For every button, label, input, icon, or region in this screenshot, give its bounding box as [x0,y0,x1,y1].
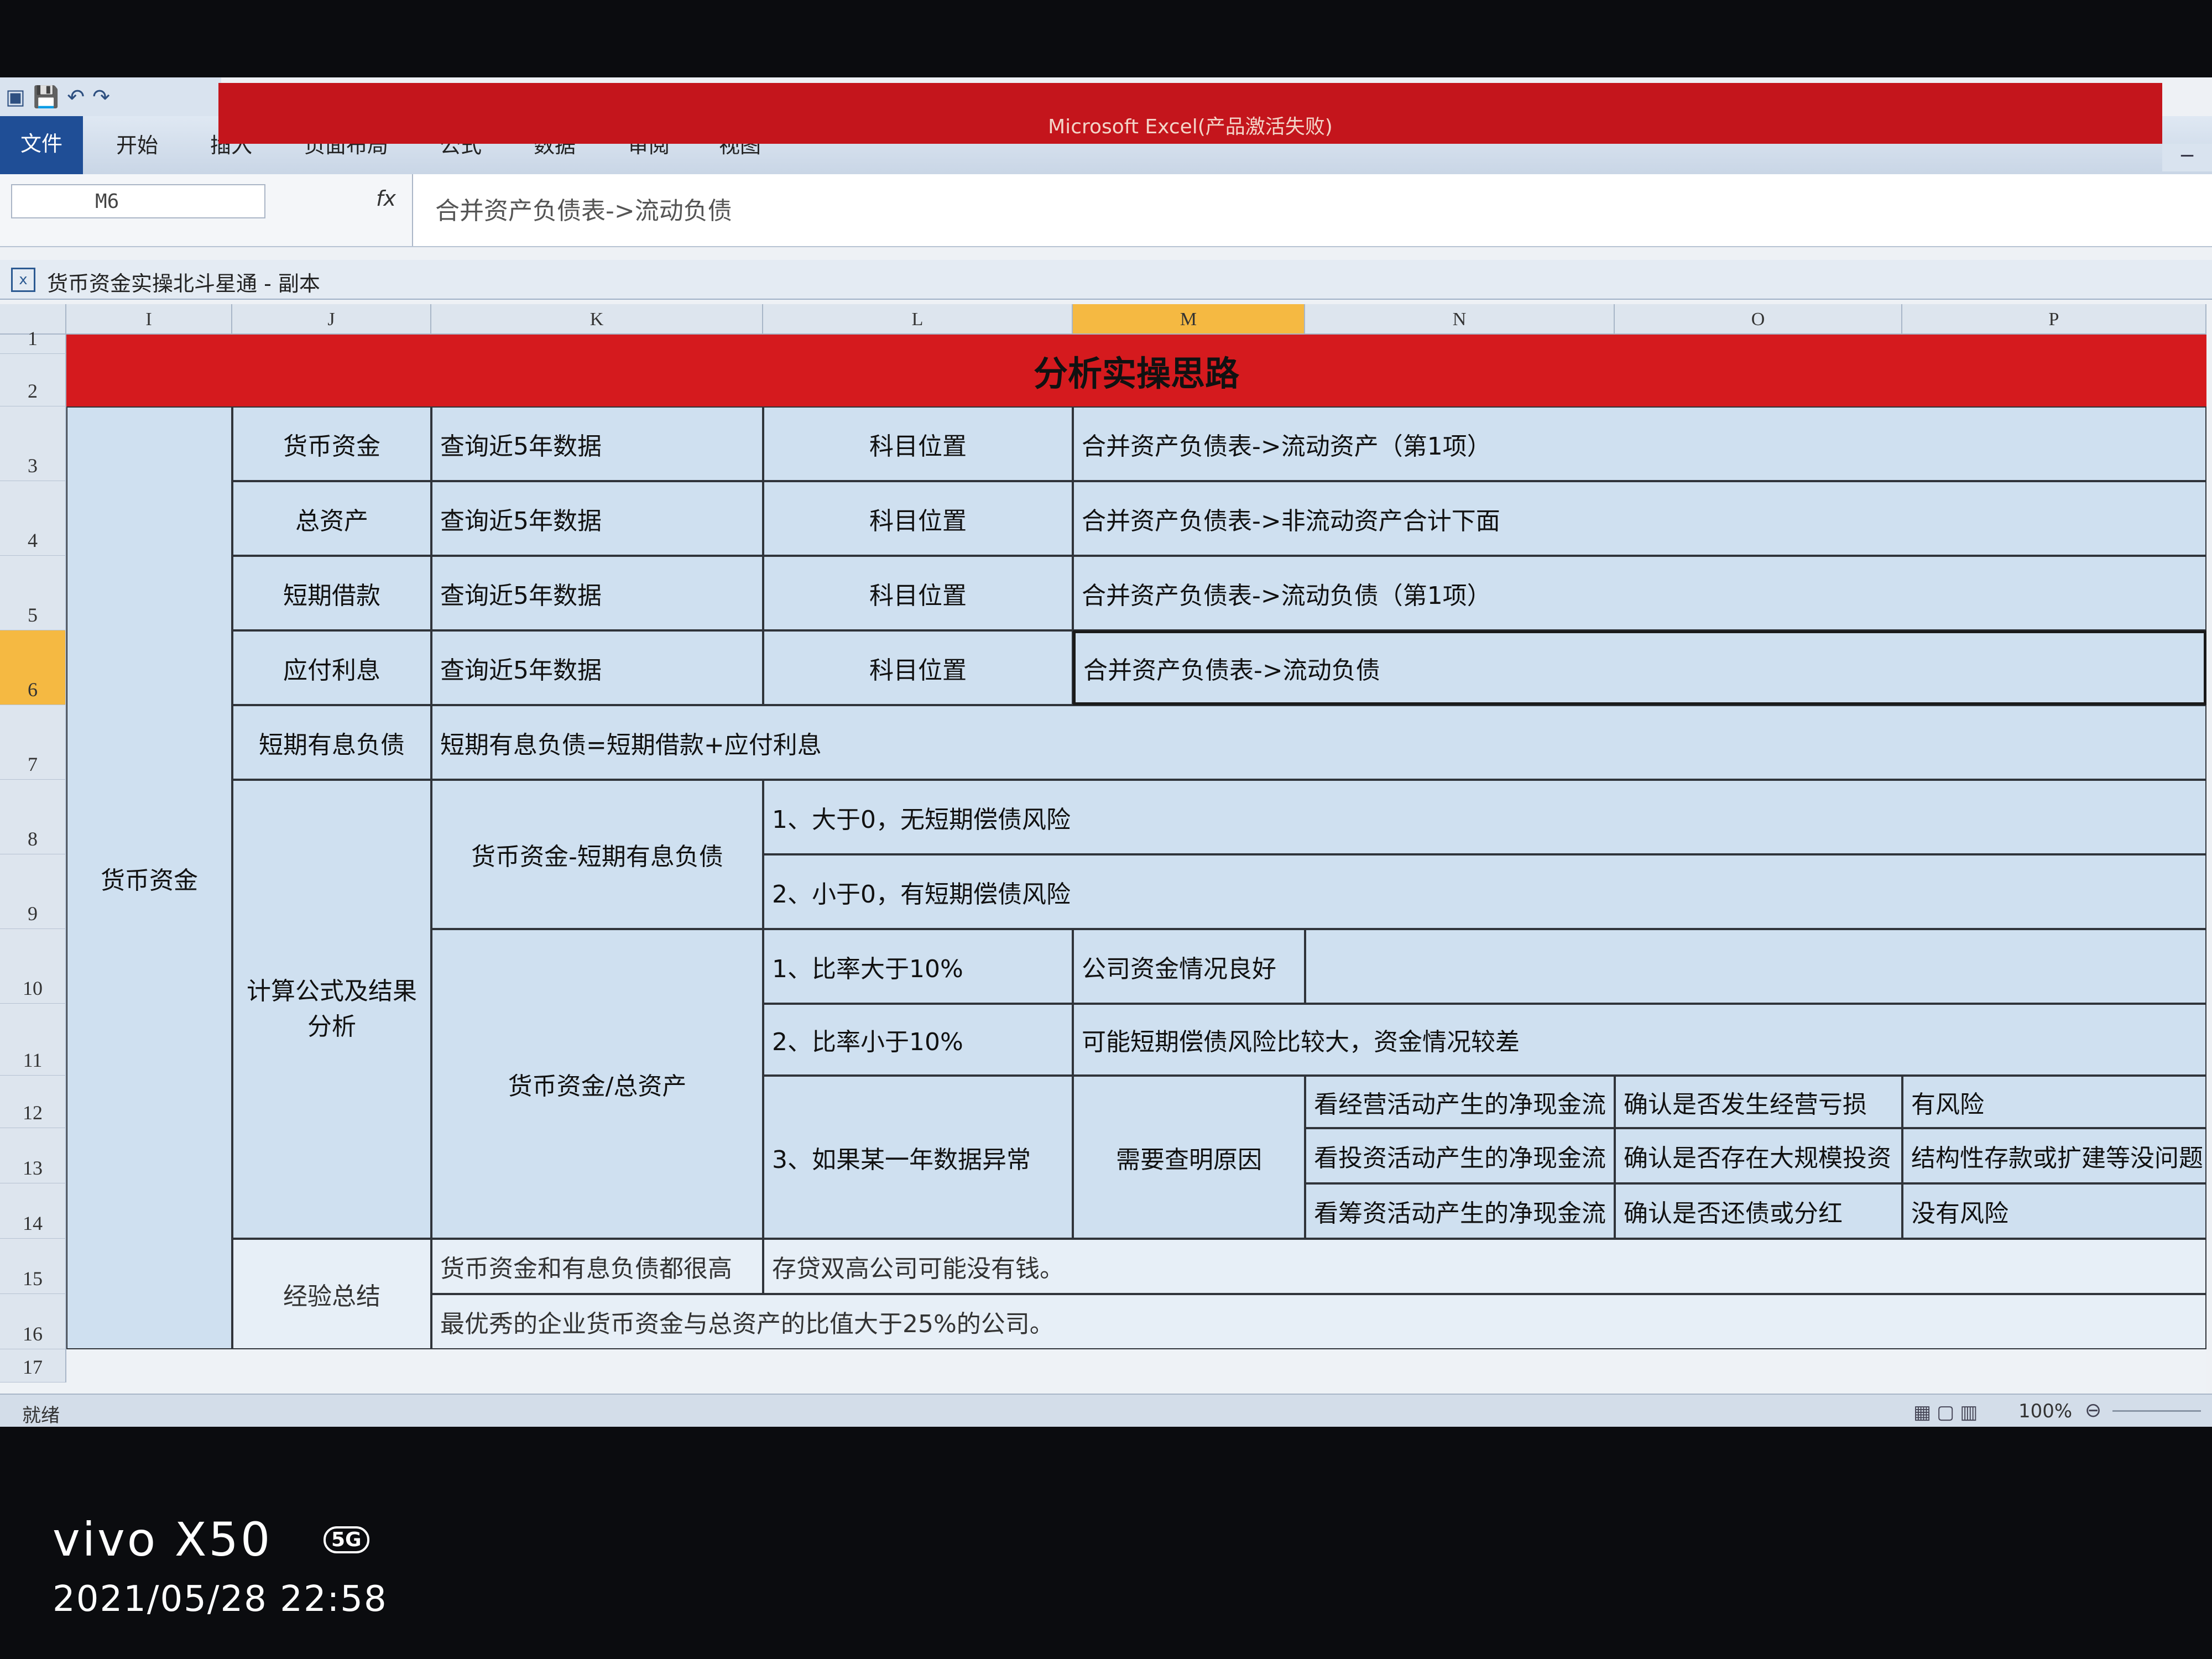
column-header[interactable]: K [431,304,763,335]
calc2-note-3[interactable]: 需要查明原因 [1073,1076,1305,1239]
check-confirm[interactable]: 确认是否发生经营亏损 [1615,1076,1902,1128]
calc2-note-1[interactable]: 公司资金情况良好 [1073,929,1305,1004]
check-confirm[interactable]: 确认是否还债或分红 [1615,1183,1902,1239]
calc2-result-2[interactable]: 2、比率小于10% [763,1004,1073,1076]
summary-2[interactable]: 最优秀的企业货币资金与总资产的比值大于25%的公司。 [431,1294,2206,1349]
column-header-selected[interactable]: M [1073,304,1305,335]
formula-bar: M6 fx 合并资产负债表->流动负债 [0,174,2212,247]
zoom-level[interactable]: 100% [2018,1400,2072,1422]
undo-icon[interactable]: ↶ [67,85,85,109]
summary-1a[interactable]: 货币资金和有息负债都很高 [431,1239,763,1294]
row-header[interactable]: 3 [0,406,66,481]
row-header[interactable]: 17 [0,1349,66,1383]
row-header[interactable]: 15 [0,1239,66,1294]
calc2-result-1[interactable]: 1、比率大于10% [763,929,1073,1004]
check-result[interactable]: 有风险 [1902,1076,2206,1128]
check-flow[interactable]: 看经营活动产生的净现金流 [1305,1076,1615,1128]
tab-file[interactable]: 文件 [0,116,83,174]
row-header[interactable]: 7 [0,705,66,780]
sheet-banner[interactable]: 分析实操思路 [66,335,2206,406]
item-label[interactable]: 科目位置 [763,406,1073,481]
zoom-slider[interactable] [2112,1410,2201,1412]
formula-input[interactable]: 合并资产负债表->流动负债 [412,174,2212,246]
item-label[interactable]: 科目位置 [763,481,1073,556]
row-header[interactable]: 11 [0,1004,66,1076]
row-header[interactable]: 14 [0,1183,66,1239]
column-header[interactable]: O [1615,304,1902,335]
item-query[interactable]: 查询近5年数据 [431,630,763,705]
row-header[interactable]: 5 [0,556,66,630]
excel-icon[interactable]: ▣ [6,85,25,109]
excel-window: ▣ 💾 ↶ ↷ 文件 开始 插入 页面布局 公式 数据 审阅 视图 Micros… [0,77,2212,1427]
calc2-result-3[interactable]: 3、如果某一年数据异常 [763,1076,1073,1239]
row-header[interactable]: 1 [0,327,66,354]
calc2-formula[interactable]: 货币资金/总资产 [431,929,763,1239]
check-flow[interactable]: 看筹资活动产生的净现金流 [1305,1183,1615,1239]
row-header[interactable]: 2 [0,354,66,406]
row-header[interactable]: 9 [0,854,66,929]
column-header[interactable]: P [1902,304,2206,335]
row-header[interactable]: 16 [0,1294,66,1349]
calc-label[interactable]: 计算公式及结果分析 [232,780,431,1239]
status-bar: 就绪 ▦▢▥ 100% ⊖ [0,1394,2212,1427]
device-watermark: vivo X50 [53,1512,273,1567]
calc1-formula[interactable]: 货币资金-短期有息负债 [431,780,763,929]
column-header[interactable]: J [232,304,431,335]
worksheet-grid[interactable]: I J K L M N O P 1 2 3 4 5 6 7 8 9 10 11 … [0,304,2206,1410]
workbook-name: 货币资金实操北斗星通 - 副本 [47,272,320,296]
minimize-button[interactable]: − [2162,144,2212,171]
calc2-note-2[interactable]: 可能短期偿债风险比较大，资金情况较差 [1073,1004,2206,1076]
row-header[interactable]: 4 [0,481,66,556]
title-bar: Microsoft Excel(产品激活失败) [218,83,2162,144]
row-header[interactable]: 12 [0,1076,66,1128]
tab-home[interactable]: 开始 [116,128,158,159]
item-location[interactable]: 合并资产负债表->流动负债（第1项） [1073,556,2206,630]
timestamp-watermark: 2021/05/28 22:58 [53,1579,388,1620]
formula-value: 合并资产负债表->流动负债 [435,197,732,225]
item-name[interactable]: 货币资金 [232,406,431,481]
row-header[interactable]: 8 [0,780,66,854]
check-confirm[interactable]: 确认是否存在大规模投资 [1615,1128,1902,1183]
calc1-result-1[interactable]: 1、大于0，无短期偿债风险 [763,780,2206,854]
save-icon[interactable]: 💾 [33,85,59,109]
window-title: Microsoft Excel(产品激活失败) [1048,116,1333,138]
active-cell-M6[interactable]: 合并资产负债表->流动负债 [1073,630,2206,705]
item-name[interactable]: 短期借款 [232,556,431,630]
5g-badge: 5G [324,1526,369,1553]
status-ready: 就绪 [22,1405,60,1427]
group-label[interactable]: 货币资金 [66,406,232,1349]
item-query[interactable]: 查询近5年数据 [431,556,763,630]
item-query[interactable]: 查询近5年数据 [431,406,763,481]
calc1-result-2[interactable]: 2、小于0，有短期偿债风险 [763,854,2206,929]
insert-function-icon[interactable]: fx [376,186,396,211]
item-location[interactable]: 合并资产负债表->流动资产（第1项） [1073,406,2206,481]
view-switcher-icons[interactable]: ▦▢▥ [1913,1401,1983,1423]
row-header-selected[interactable]: 6 [0,630,66,705]
column-header[interactable]: N [1305,304,1615,335]
check-result[interactable]: 没有风险 [1902,1183,2206,1239]
workbook-caption: x 货币资金实操北斗星通 - 副本 [0,260,2212,300]
row-header[interactable]: 10 [0,929,66,1004]
item-label[interactable]: 科目位置 [763,630,1073,705]
item-name[interactable]: 应付利息 [232,630,431,705]
column-header[interactable]: L [763,304,1073,335]
row-header[interactable]: 13 [0,1128,66,1183]
summary-label[interactable]: 经验总结 [232,1239,431,1349]
empty-cell[interactable] [1305,929,2206,1004]
check-result[interactable]: 结构性存款或扩建等没问题 [1902,1128,2206,1183]
item-name[interactable]: 总资产 [232,481,431,556]
item-label[interactable]: 科目位置 [763,556,1073,630]
short-debt-name[interactable]: 短期有息负债 [232,705,431,780]
item-location[interactable]: 合并资产负债表->非流动资产合计下面 [1073,481,2206,556]
short-debt-formula[interactable]: 短期有息负债=短期借款+应付利息 [431,705,2206,780]
zoom-out-icon[interactable]: ⊖ [2085,1399,2101,1422]
check-flow[interactable]: 看投资活动产生的净现金流 [1305,1128,1615,1183]
item-query[interactable]: 查询近5年数据 [431,481,763,556]
workbook-icon: x [11,268,35,292]
quick-access-toolbar: ▣ 💾 ↶ ↷ [0,77,221,116]
column-header[interactable]: I [66,304,232,335]
redo-icon[interactable]: ↷ [92,85,110,109]
summary-1b[interactable]: 存贷双高公司可能没有钱。 [763,1239,2206,1294]
name-box[interactable]: M6 [11,184,265,218]
